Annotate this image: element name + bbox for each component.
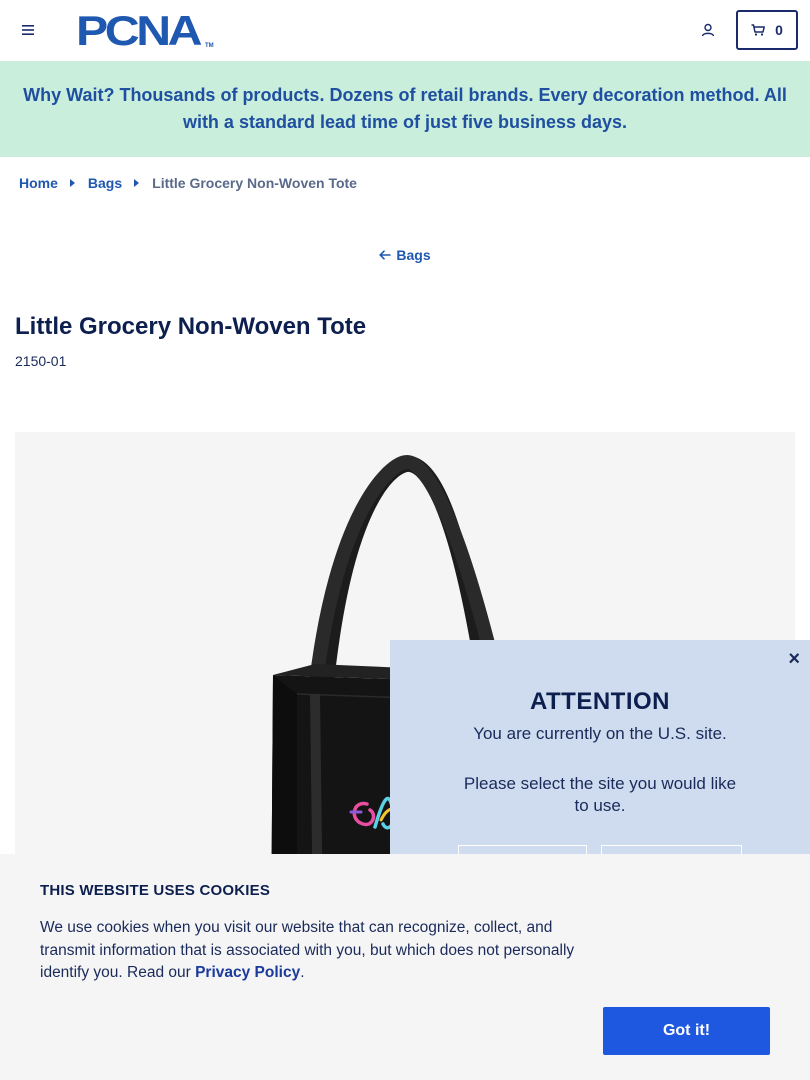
user-icon: [701, 23, 715, 37]
cart-icon: [751, 24, 766, 36]
hamburger-icon: [22, 25, 34, 35]
pcna-logo[interactable]: PCNA TM: [76, 7, 214, 54]
product-title: Little Grocery Non-Woven Tote: [15, 313, 367, 340]
caret-right-icon: [69, 179, 75, 187]
attention-title: ATTENTION: [529, 688, 671, 715]
site-header: PCNA TM 0: [0, 0, 810, 61]
cookie-period: .: [300, 964, 305, 981]
menu-button[interactable]: [18, 20, 38, 40]
breadcrumb-home[interactable]: Home: [19, 175, 58, 191]
cookie-title: THIS WEBSITE USES COOKIES: [40, 882, 271, 899]
logo-trademark: TM: [205, 43, 214, 49]
accept-cookies-button[interactable]: Got it!: [603, 1007, 770, 1055]
privacy-policy-link[interactable]: Privacy Policy: [195, 964, 300, 981]
breadcrumb-bags[interactable]: Bags: [88, 175, 122, 191]
account-button[interactable]: [698, 20, 718, 40]
promo-banner: Why Wait? Thousands of products. Dozens …: [0, 61, 810, 157]
back-to-bags-link[interactable]: Bags: [0, 247, 810, 263]
product-sku: 2150-01: [15, 353, 67, 369]
select-site-text: Please select the site you would like to…: [463, 774, 737, 815]
cookie-message: We use cookies when you visit our websit…: [40, 917, 605, 985]
back-link-label: Bags: [396, 247, 431, 263]
cart-button[interactable]: 0: [736, 10, 798, 50]
cookie-body-text: We use cookies when you visit our websit…: [40, 919, 575, 981]
close-icon[interactable]: ×: [788, 648, 800, 671]
caret-right-icon: [134, 179, 140, 187]
logo-text: PCNA: [76, 7, 203, 54]
arrow-left-icon: [379, 250, 392, 260]
current-site-text: You are currently on the U.S. site.: [473, 724, 727, 743]
cart-count: 0: [775, 22, 783, 38]
breadcrumb-current: Little Grocery Non-Woven Tote: [152, 175, 357, 191]
promo-text: Why Wait? Thousands of products. Dozens …: [23, 85, 787, 132]
breadcrumb: Home Bags Little Grocery Non-Woven Tote: [19, 175, 357, 191]
cookie-banner: THIS WEBSITE USES COOKIES We use cookies…: [0, 854, 810, 1080]
